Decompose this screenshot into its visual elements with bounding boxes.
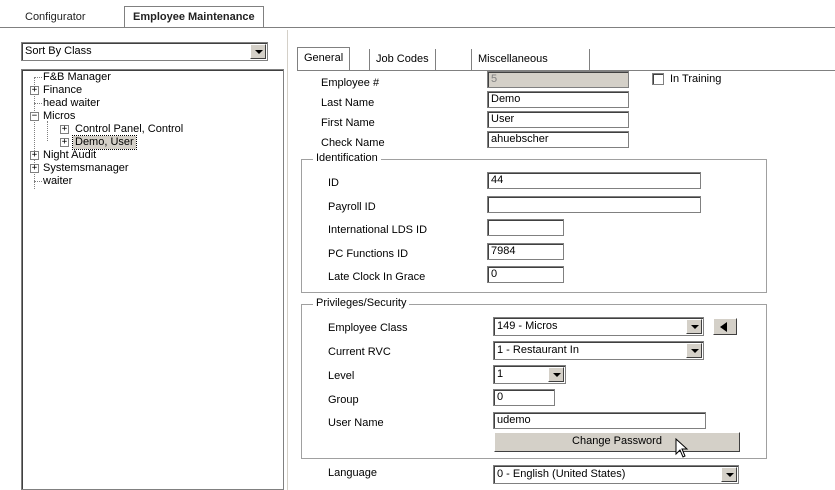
first-name-label: First Name — [321, 117, 375, 129]
plus-expander-icon[interactable]: + — [30, 151, 39, 160]
plus-expander-icon[interactable]: + — [60, 138, 69, 147]
employee-tree[interactable]: F&B Manager + Finance head waiter − Micr… — [21, 69, 284, 490]
tree-node-waiter[interactable]: waiter — [43, 175, 72, 188]
left-triangle-icon — [720, 322, 727, 332]
pc-functions-id-label: PC Functions ID — [328, 248, 409, 260]
plus-expander-icon[interactable]: + — [60, 125, 69, 134]
international-lds-id-label: International LDS ID — [328, 224, 428, 236]
tree-node-finance[interactable]: Finance — [43, 84, 82, 97]
user-name-label: User Name — [328, 417, 384, 429]
language-value: 0 - English (United States) — [497, 468, 626, 480]
tab-job-codes[interactable]: Job Codes — [369, 49, 436, 71]
pane-splitter[interactable] — [287, 30, 288, 490]
current-rvc-dropdown[interactable]: 1 - Restaurant In — [493, 341, 704, 360]
chevron-down-icon[interactable] — [686, 343, 702, 358]
back-button[interactable] — [713, 318, 737, 335]
group-field[interactable]: 0 — [493, 389, 555, 406]
language-dropdown[interactable]: 0 - English (United States) — [493, 465, 739, 484]
group-label: Group — [328, 394, 359, 406]
tree-node-demo-user[interactable]: Demo, User — [72, 135, 137, 150]
in-training-checkbox[interactable] — [652, 73, 664, 85]
top-tab-strip: Configurator Employee Maintenance — [0, 0, 835, 30]
tree-guide-line — [47, 121, 48, 141]
payroll-id-label: Payroll ID — [328, 201, 376, 213]
tree-node-night-audit[interactable]: Night Audit — [43, 149, 96, 162]
plus-expander-icon[interactable]: + — [30, 86, 39, 95]
late-clock-in-grace-field[interactable]: 0 — [487, 266, 564, 283]
tree-connector — [34, 103, 42, 104]
late-clock-in-grace-label: Late Clock In Grace — [328, 271, 426, 283]
tab-general[interactable]: General — [297, 47, 351, 71]
tree-connector — [34, 181, 42, 182]
id-label: ID — [328, 177, 339, 189]
pc-functions-id-field[interactable]: 7984 — [487, 243, 564, 260]
mouse-pointer-icon — [675, 438, 689, 458]
last-name-label: Last Name — [321, 97, 375, 109]
first-name-field[interactable]: User — [487, 111, 629, 128]
in-training-label: In Training — [670, 73, 722, 85]
chevron-down-icon[interactable] — [686, 319, 702, 334]
check-name-label: Check Name — [321, 137, 385, 149]
chevron-down-icon[interactable] — [250, 44, 266, 59]
employee-class-value: 149 - Micros — [497, 320, 558, 332]
level-dropdown[interactable]: 1 — [493, 365, 566, 384]
user-name-field[interactable]: udemo — [493, 412, 706, 429]
privileges-title: Privileges/Security — [313, 297, 410, 309]
employee-number-label: Employee # — [321, 77, 380, 89]
sort-by-dropdown[interactable]: Sort By Class — [21, 42, 268, 61]
employee-class-label: Employee Class — [328, 322, 408, 334]
tree-node-control-panel[interactable]: Control Panel, Control — [75, 123, 183, 136]
minus-expander-icon[interactable]: − — [30, 112, 39, 121]
tree-node-systemsmanager[interactable]: Systemsmanager — [43, 162, 129, 175]
tab-employee-maintenance[interactable]: Employee Maintenance — [124, 6, 264, 28]
level-label: Level — [328, 370, 355, 382]
tab-configurator[interactable]: Configurator — [17, 7, 94, 27]
employee-class-dropdown[interactable]: 149 - Micros — [493, 317, 704, 336]
tree-node-head-waiter[interactable]: head waiter — [43, 97, 100, 110]
tab-miscellaneous[interactable]: Miscellaneous — [471, 49, 590, 71]
id-field[interactable]: 44 — [487, 172, 701, 189]
current-rvc-value: 1 - Restaurant In — [497, 344, 579, 356]
current-rvc-label: Current RVC — [328, 346, 391, 358]
chevron-down-icon[interactable] — [548, 367, 564, 382]
last-name-field[interactable]: Demo — [487, 91, 629, 108]
sort-by-value: Sort By Class — [25, 45, 92, 57]
plus-expander-icon[interactable]: + — [30, 164, 39, 173]
chevron-down-icon[interactable] — [721, 467, 737, 482]
check-name-field[interactable]: ahuebscher — [487, 131, 629, 148]
tree-node-fb-manager[interactable]: F&B Manager — [43, 71, 111, 84]
payroll-id-field[interactable] — [487, 196, 701, 213]
identification-title: Identification — [313, 152, 381, 164]
tree-connector — [34, 77, 42, 78]
level-value: 1 — [497, 368, 504, 380]
employee-number-field: 5 — [487, 71, 629, 88]
language-label: Language — [328, 467, 377, 479]
international-lds-id-field[interactable] — [487, 219, 564, 236]
change-password-button[interactable]: Change Password — [494, 432, 740, 452]
top-tab-divider — [0, 27, 835, 29]
